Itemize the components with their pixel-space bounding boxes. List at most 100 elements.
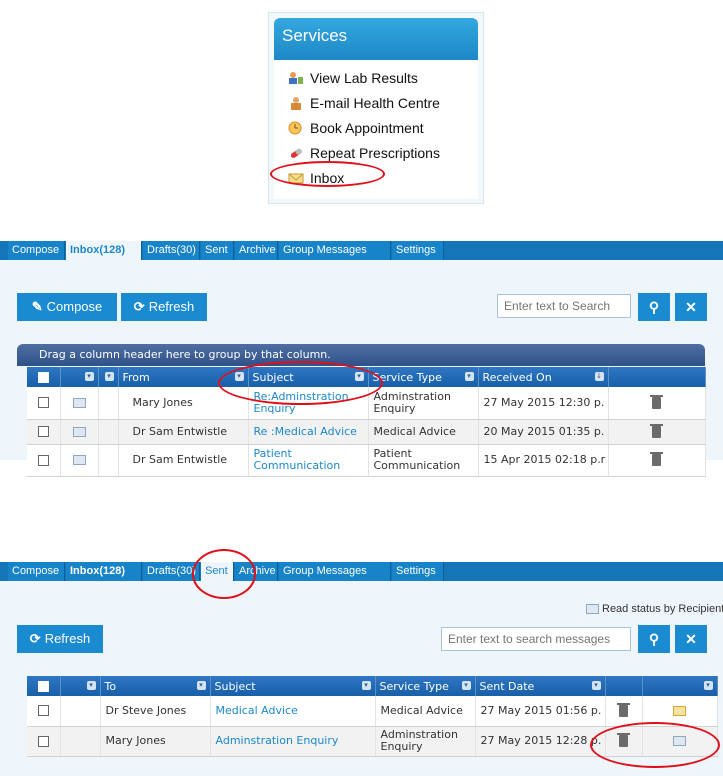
service-repeat-prescriptions[interactable]: Repeat Prescriptions — [288, 143, 440, 163]
read-envelope-icon — [586, 604, 599, 614]
lab-results-icon — [288, 71, 304, 85]
service-type-cell: Medical Advice — [375, 696, 476, 727]
trash-icon[interactable] — [650, 394, 663, 409]
column-menu-icon[interactable]: ▾ — [234, 372, 244, 381]
sent-date-cell: 27 May 2015 12:28 p. — [475, 726, 606, 757]
column-menu-icon[interactable]: ▾ — [464, 372, 474, 381]
tab-sent[interactable]: Sent — [201, 562, 234, 581]
tab-settings[interactable]: Settings — [392, 241, 444, 260]
sent-date-header[interactable]: Sent Date ▾ — [475, 676, 606, 696]
received-on-header-label: Received On — [482, 370, 552, 384]
column-menu-icon[interactable]: ▾ — [361, 681, 371, 690]
subject-link[interactable]: Re:Adminstration Enquiry — [248, 387, 369, 420]
select-all-checkbox[interactable] — [37, 372, 49, 383]
subject-link[interactable]: Adminstration Enquiry — [210, 726, 376, 757]
select-all-checkbox[interactable] — [37, 681, 49, 692]
inbox-search-input[interactable] — [497, 294, 631, 318]
group-by-bar[interactable]: Drag a column header here to group by th… — [17, 344, 705, 366]
row-checkbox[interactable] — [37, 735, 49, 747]
column-menu-icon[interactable]: ▾ — [196, 681, 206, 690]
table-row[interactable]: Dr Steve Jones Medical Advice Medical Ad… — [27, 696, 718, 727]
tab-inbox[interactable]: Inbox(128) — [66, 562, 142, 581]
tab-sent[interactable]: Sent — [201, 241, 234, 260]
column-menu-icon[interactable]: ▾ — [461, 681, 471, 690]
search-icon: ⚲ — [648, 299, 660, 315]
attachment-header[interactable]: ▾ — [98, 367, 119, 387]
compose-button[interactable]: ✎ Compose — [17, 293, 117, 321]
refresh-button[interactable]: ⟳ Refresh — [121, 293, 207, 321]
column-menu-icon[interactable]: ▾ — [591, 681, 601, 690]
services-title: Services — [282, 26, 348, 45]
column-menu-icon[interactable]: ▾ — [703, 681, 713, 690]
tab-drafts[interactable]: Drafts(30) — [143, 241, 200, 260]
service-label: View Lab Results — [310, 70, 418, 86]
table-row[interactable]: Mary Jones Adminstration Enquiry Adminst… — [27, 726, 718, 757]
subject-link[interactable]: Medical Advice — [210, 696, 376, 727]
column-menu-icon[interactable]: ▾ — [84, 372, 94, 381]
read-status-label: Read status by Recipient — [602, 603, 723, 615]
row-checkbox[interactable] — [37, 426, 49, 437]
tab-settings[interactable]: Settings — [392, 562, 444, 581]
clear-search-button[interactable]: ✕ — [675, 293, 707, 321]
service-label: Inbox — [310, 170, 345, 186]
from-header[interactable]: From ▾ — [118, 367, 249, 387]
subject-header[interactable]: Subject ▾ — [248, 367, 369, 387]
clear-search-button[interactable]: ✕ — [675, 625, 707, 653]
service-type-cell: Adminstration Enquiry — [368, 387, 479, 420]
to-header[interactable]: To ▾ — [100, 676, 211, 696]
trash-icon[interactable] — [617, 702, 630, 717]
search-button[interactable]: ⚲ — [638, 625, 670, 653]
read-envelope-icon — [72, 397, 86, 408]
attachment-header[interactable]: ▾ — [60, 676, 101, 696]
read-status-header[interactable]: ▾ — [60, 367, 99, 387]
refresh-button-label: Refresh — [44, 631, 91, 646]
row-checkbox[interactable] — [37, 454, 49, 466]
received-on-header[interactable]: Received On ↓ — [478, 367, 609, 387]
service-inbox[interactable]: Inbox — [288, 168, 344, 188]
tab-compose[interactable]: Compose — [8, 562, 65, 581]
service-type-header[interactable]: Service Type ▾ — [368, 367, 479, 387]
subject-link[interactable]: Patient Communication — [248, 444, 369, 477]
service-email-health-centre[interactable]: E-mail Health Centre — [288, 93, 440, 113]
column-menu-icon[interactable]: ▾ — [104, 372, 114, 381]
sent-header-row: ▾ To ▾ Subject ▾ Service Type ▾ Sent Date ▾ … — [27, 676, 718, 696]
table-row[interactable]: Dr Sam Entwistle Re :Medical Advice Medi… — [27, 419, 706, 445]
refresh-button[interactable]: ⟳ Refresh — [17, 625, 103, 653]
tab-drafts[interactable]: Drafts(30) — [143, 562, 200, 581]
subject-header[interactable]: Subject ▾ — [210, 676, 376, 696]
received-cell: 15 Apr 2015 02:18 p.r — [478, 444, 609, 477]
tab-group-messages[interactable]: Group Messages — [279, 241, 391, 260]
received-cell: 27 May 2015 12:30 p. — [478, 387, 609, 420]
subject-header-label: Subject — [214, 679, 256, 693]
column-menu-icon[interactable]: ▾ — [86, 681, 96, 690]
service-type-cell: Adminstration Enquiry — [375, 726, 476, 757]
select-all-header[interactable] — [27, 676, 61, 696]
tab-archive[interactable]: Archive — [235, 562, 278, 581]
row-checkbox[interactable] — [37, 705, 49, 717]
sent-date-cell: 27 May 2015 01:56 p. — [475, 696, 606, 727]
service-book-appointment[interactable]: Book Appointment — [288, 118, 424, 138]
tab-compose[interactable]: Compose — [8, 241, 65, 260]
tab-group-messages[interactable]: Group Messages — [279, 562, 391, 581]
read-status-header[interactable]: ▾ — [642, 676, 718, 696]
column-menu-icon[interactable]: ▾ — [354, 372, 364, 381]
trash-icon[interactable] — [650, 423, 663, 438]
refresh-icon: ⟳ — [29, 631, 41, 646]
from-cell: Mary Jones — [118, 387, 249, 420]
row-checkbox[interactable] — [37, 397, 49, 409]
tab-inbox[interactable]: Inbox(128) — [66, 241, 142, 260]
tab-archive[interactable]: Archive — [235, 241, 278, 260]
service-type-header[interactable]: Service Type ▾ — [375, 676, 476, 696]
sort-desc-icon[interactable]: ↓ — [594, 372, 604, 381]
service-view-lab-results[interactable]: View Lab Results — [288, 68, 418, 88]
sent-search-input[interactable] — [441, 627, 631, 651]
trash-icon[interactable] — [617, 733, 630, 747]
search-button[interactable]: ⚲ — [638, 293, 670, 321]
subject-header-label: Subject — [252, 370, 294, 384]
unread-envelope-icon — [673, 705, 686, 716]
table-row[interactable]: Mary Jones Re:Adminstration Enquiry Admi… — [27, 387, 706, 420]
select-all-header[interactable] — [27, 367, 61, 387]
trash-icon[interactable] — [650, 452, 663, 466]
subject-link[interactable]: Re :Medical Advice — [248, 419, 369, 445]
table-row[interactable]: Dr Sam Entwistle Patient Communication P… — [27, 444, 706, 477]
